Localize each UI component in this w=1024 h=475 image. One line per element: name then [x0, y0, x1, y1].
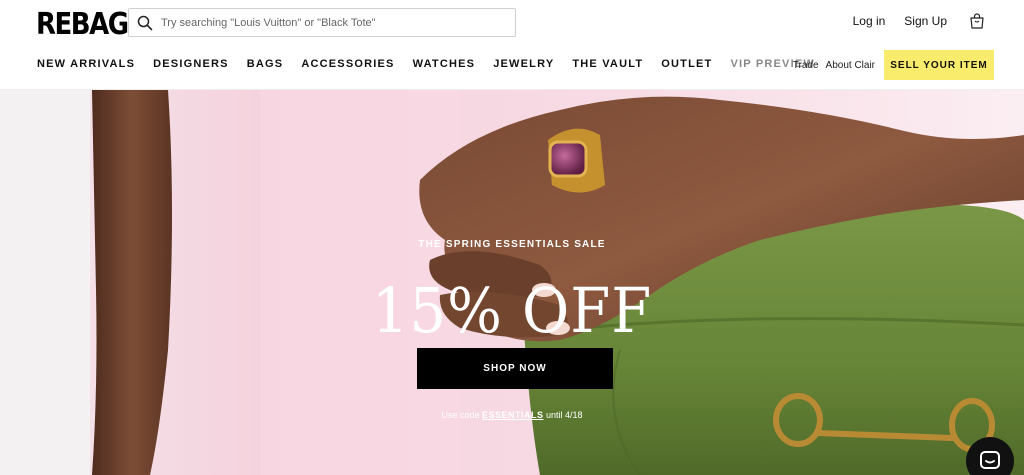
shopping-bag-icon[interactable]	[968, 12, 986, 30]
promo-text: Use code ESSENTIALS until 4/18	[0, 410, 1024, 420]
nav-item-watches[interactable]: WATCHES	[413, 58, 476, 70]
signup-link[interactable]: Sign Up	[904, 14, 947, 28]
search-input[interactable]	[161, 9, 511, 36]
chat-icon	[980, 451, 1000, 469]
rebag-logo[interactable]: REBAG	[36, 7, 129, 42]
sell-your-item-button[interactable]: SELL YOUR ITEM	[884, 50, 994, 80]
trade-link[interactable]: Trade	[793, 60, 819, 71]
main-nav: NEW ARRIVALS DESIGNERS BAGS ACCESSORIES …	[0, 44, 1024, 90]
login-link[interactable]: Log in	[853, 14, 886, 28]
nav-secondary: Trade About Clair SELL YOUR ITEM	[793, 50, 994, 80]
about-clair-link[interactable]: About Clair	[826, 60, 875, 71]
promo-suffix: until 4/18	[543, 410, 583, 420]
nav-item-bags[interactable]: BAGS	[247, 58, 284, 70]
search-box[interactable]	[128, 8, 516, 37]
account-links: Log in Sign Up	[853, 12, 986, 30]
promo-code-link[interactable]: ESSENTIALS	[482, 410, 544, 420]
category-menu: NEW ARRIVALS DESIGNERS BAGS ACCESSORIES …	[37, 58, 833, 70]
nav-item-the-vault[interactable]: THE VAULT	[572, 58, 643, 70]
nav-item-outlet[interactable]: OUTLET	[661, 58, 712, 70]
nav-item-accessories[interactable]: ACCESSORIES	[301, 58, 394, 70]
nav-item-designers[interactable]: DESIGNERS	[153, 58, 229, 70]
sale-eyebrow: THE SPRING ESSENTIALS SALE	[418, 239, 606, 250]
nav-item-jewelry[interactable]: JEWELRY	[493, 58, 554, 70]
search-icon[interactable]	[137, 15, 153, 31]
shop-now-button[interactable]: SHOP NOW	[417, 348, 613, 389]
top-bar: REBAG Log in Sign Up	[0, 0, 1024, 44]
nav-item-new-arrivals[interactable]: NEW ARRIVALS	[37, 58, 135, 70]
promo-prefix: Use code	[441, 410, 482, 420]
hero-banner[interactable]: THE SPRING ESSENTIALS SALE 15% OFF SHOP …	[0, 90, 1024, 475]
sale-headline: 15% OFF	[371, 274, 653, 347]
